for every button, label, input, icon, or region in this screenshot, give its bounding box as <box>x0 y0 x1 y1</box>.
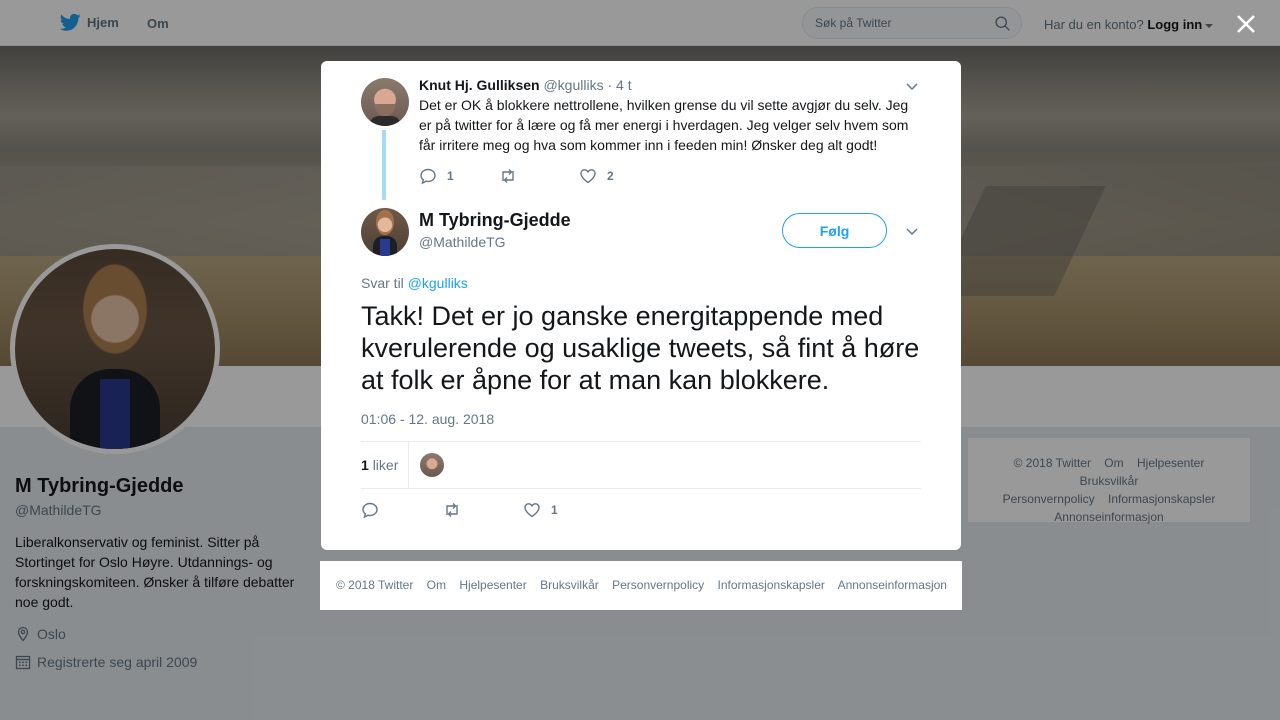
reply-icon <box>362 502 378 519</box>
thread-connector <box>382 130 386 200</box>
parent-tweet-time[interactable]: · 4 t <box>607 77 631 93</box>
tweet-stats: 1 liker <box>361 441 921 489</box>
retweet-button[interactable] <box>443 501 523 519</box>
avatar-beard <box>375 104 395 116</box>
parent-tweet-name[interactable]: Knut Hj. Gulliksen <box>419 77 540 93</box>
tweet-modal: Knut Hj. Gulliksen @kgulliks · 4 t Det e… <box>321 61 961 550</box>
heart-icon <box>580 169 596 184</box>
main-tweet-handle[interactable]: @MathildeTG <box>419 234 506 250</box>
reply-button[interactable]: 1 <box>419 167 499 185</box>
chevron-down-icon[interactable] <box>904 223 920 239</box>
avatar-shirt <box>380 239 390 256</box>
retweet-icon <box>502 169 514 183</box>
reply-prefix: Svar til <box>361 275 404 291</box>
main-tweet-name[interactable]: M Tybring-Gjedde <box>419 210 571 231</box>
stats-divider <box>408 442 409 489</box>
heart-icon <box>524 503 540 518</box>
modal-footer: © 2018 Twitter Om Hjelpesenter Bruksvilk… <box>320 561 962 610</box>
parent-tweet-text: Det er OK å blokkere nettrollene, hvilke… <box>419 97 909 153</box>
likes-stat[interactable]: 1 liker <box>361 457 398 473</box>
main-tweet-text: Takk! Det er jo ganske energitappende me… <box>361 301 920 395</box>
retweet-icon <box>446 503 458 517</box>
footer-link-privacy[interactable]: Personvernpolicy <box>612 578 704 592</box>
like-button[interactable]: 1 <box>523 501 558 519</box>
like-button[interactable]: 2 <box>579 167 614 185</box>
retweet-button[interactable] <box>499 167 579 185</box>
footer-link-terms[interactable]: Bruksvilkår <box>540 578 599 592</box>
avatar-shirt <box>369 116 401 126</box>
footer-link-about[interactable]: Om <box>427 578 446 592</box>
like-action-count: 1 <box>551 503 558 517</box>
reply-count: 1 <box>447 169 454 183</box>
footer-link-ads[interactable]: Annonseinformasjon <box>838 578 947 592</box>
likes-stat-label: liker <box>372 457 399 473</box>
footer-link-help[interactable]: Hjelpesenter <box>459 578 526 592</box>
tweet-timestamp[interactable]: 01:06 - 12. aug. 2018 <box>361 411 494 427</box>
reply-to-link[interactable]: @kgulliks <box>408 275 468 291</box>
parent-tweet-handle[interactable]: @kgulliks <box>543 77 603 93</box>
main-tweet-actions: 1 <box>361 501 558 519</box>
footer-link-cookies[interactable]: Informasjonskapsler <box>718 578 825 592</box>
main-tweet-avatar[interactable] <box>361 208 409 256</box>
close-icon <box>1237 15 1255 33</box>
chevron-down-icon[interactable] <box>904 78 920 94</box>
reply-context: Svar til @kgulliks <box>361 275 468 291</box>
close-button[interactable] <box>1233 11 1259 37</box>
liker-avatar[interactable] <box>420 453 444 477</box>
likes-stat-count: 1 <box>361 457 369 473</box>
reply-button[interactable] <box>361 501 443 519</box>
like-count: 2 <box>607 169 614 183</box>
parent-tweet-avatar[interactable] <box>361 78 409 126</box>
follow-button[interactable]: Følg <box>782 213 887 248</box>
footer-copyright: © 2018 Twitter <box>336 578 414 592</box>
reply-icon <box>420 168 436 185</box>
parent-tweet-actions: 1 2 <box>419 167 614 185</box>
parent-tweet-header: Knut Hj. Gulliksen @kgulliks · 4 t <box>419 77 632 93</box>
